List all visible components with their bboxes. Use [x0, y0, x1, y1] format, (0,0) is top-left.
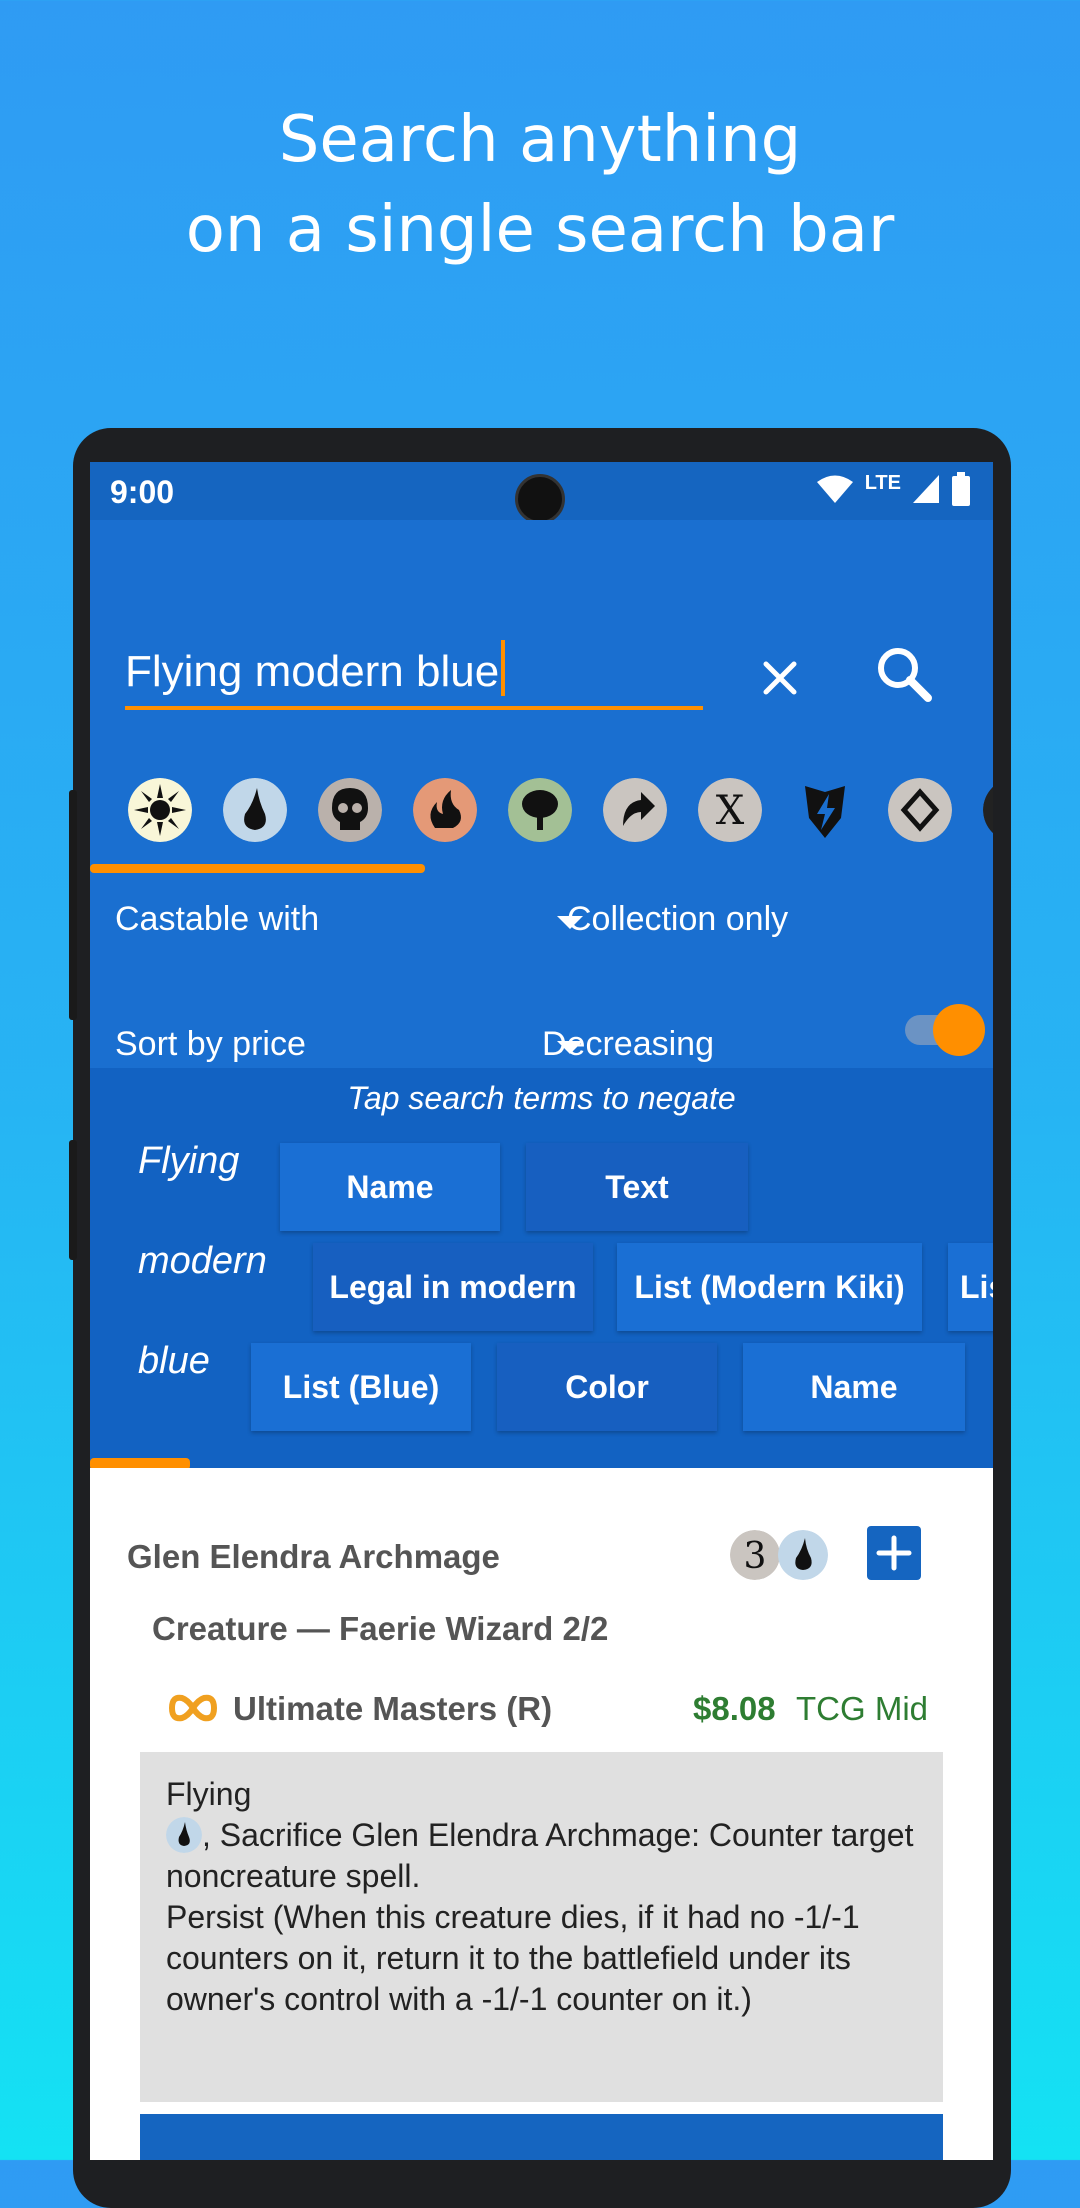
chip-modern-legal[interactable]: Legal in modern [313, 1243, 593, 1331]
search-query: Flying modern blue [125, 647, 500, 696]
term-word-modern[interactable]: modern [138, 1240, 267, 1283]
chip-flying-name[interactable]: Name [280, 1143, 500, 1231]
collection-dropdown[interactable]: Collection only [567, 900, 788, 939]
price-source: TCG Mid [796, 1690, 928, 1727]
partial-mana-icon[interactable] [983, 778, 993, 842]
search-icon[interactable] [870, 640, 940, 710]
next-card-header[interactable] [140, 2114, 943, 2160]
oracle-line-3: Persist (When this creature dies, if it … [166, 1899, 860, 2017]
headline-line-2: on a single search bar [185, 193, 895, 267]
set-symbol-icon [168, 1694, 218, 1722]
chip-flying-text[interactable]: Text [526, 1143, 748, 1231]
cost-generic-text: 3 [744, 1536, 767, 1577]
oracle-line-1: Flying [166, 1776, 252, 1812]
svg-text:X: X [716, 788, 745, 834]
app-screen: 9:00 LTE Flying modern blue X Castable w… [90, 462, 993, 2160]
blue-drop-icon[interactable] [223, 778, 287, 842]
generic-mana-cost-icon: 3 [730, 1530, 780, 1580]
status-bar: 9:00 LTE [90, 462, 993, 524]
phone-volume-button [69, 790, 77, 1020]
add-to-collection-button[interactable] [867, 1526, 921, 1580]
signal-icon [913, 475, 939, 503]
chip-modern-list[interactable]: List (Modern Kiki) [617, 1243, 922, 1331]
green-tree-icon[interactable] [508, 778, 572, 842]
promo-headline: Search anything on a single search bar [0, 95, 1080, 275]
status-time: 9:00 [110, 474, 175, 510]
battery-icon [952, 472, 970, 506]
oracle-line-2: , Sacrifice Glen Elendra Archmage: Count… [166, 1817, 914, 1894]
clear-search-button[interactable] [750, 648, 810, 708]
plus-icon [876, 1535, 912, 1571]
chip-blue-list[interactable]: List (Blue) [251, 1343, 471, 1431]
card-name[interactable]: Glen Elendra Archmage [127, 1538, 500, 1576]
order-toggle-knob[interactable] [933, 1004, 985, 1056]
camera-cutout [515, 474, 565, 524]
chip-modern-list-partial[interactable]: Lis [948, 1243, 993, 1331]
network-type: LTE [864, 471, 901, 494]
status-icons: LTE [815, 472, 971, 506]
mana-color-filter-row: X [128, 778, 993, 848]
blue-drop-icon [166, 1817, 202, 1853]
card-type-line: Creature — Faerie Wizard 2/2 [152, 1610, 609, 1647]
chip-blue-color[interactable]: Color [497, 1343, 717, 1431]
wifi-icon [816, 475, 853, 503]
blue-drop-icon [778, 1530, 828, 1580]
energy-bolt-icon[interactable] [793, 778, 857, 842]
oracle-ability: , Sacrifice Glen Elendra Archmage: Count… [166, 1815, 917, 1897]
x-generic-icon[interactable]: X [698, 778, 762, 842]
colorless-arrow-icon[interactable] [603, 778, 667, 842]
search-panel: Flying modern blue X Castable with Colle… [90, 520, 993, 1130]
diamond-icon[interactable] [888, 778, 952, 842]
oracle-text-box: Flying , Sacrifice Glen Elendra Archmage… [140, 1752, 943, 2102]
term-word-blue[interactable]: blue [138, 1340, 210, 1383]
white-sun-icon[interactable] [128, 778, 192, 842]
term-word-flying[interactable]: Flying [138, 1140, 239, 1183]
castable-dropdown[interactable]: Castable with [115, 900, 319, 939]
card-result[interactable]: Glen Elendra Archmage 3 Creature — Faeri… [90, 1468, 993, 2160]
search-terms-panel: Tap search terms to negate Flying Name T… [90, 1068, 993, 1470]
search-input[interactable]: Flying modern blue [125, 640, 703, 710]
mana-tab-indicator [90, 864, 425, 873]
headline-line-1: Search anything [278, 103, 802, 177]
card-price: $8.08 [693, 1690, 776, 1727]
order-label: Decreasing [542, 1025, 714, 1063]
text-caret [501, 640, 506, 696]
terms-hint: Tap search terms to negate [347, 1080, 736, 1116]
red-fire-icon[interactable] [413, 778, 477, 842]
card-set[interactable]: Ultimate Masters (R) [233, 1690, 552, 1728]
black-skull-icon[interactable] [318, 778, 382, 842]
phone-power-button [69, 1140, 77, 1260]
sort-dropdown[interactable]: Sort by price [115, 1025, 306, 1064]
chip-blue-name[interactable]: Name [743, 1343, 965, 1431]
